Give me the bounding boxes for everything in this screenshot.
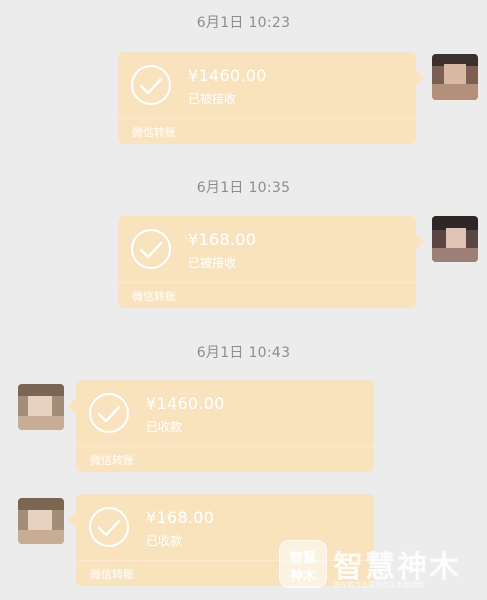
check-circle-icon xyxy=(131,229,171,269)
transfer-amount: ¥168.00 xyxy=(188,230,257,249)
check-circle-icon xyxy=(131,65,171,105)
divider xyxy=(76,446,374,447)
divider xyxy=(118,282,416,283)
transfer-card-received[interactable]: ¥1460.00 已收款 微信转账 xyxy=(68,380,374,472)
transfer-status: 已收款 xyxy=(146,534,183,548)
transfer-amount: ¥168.00 xyxy=(146,508,215,527)
divider xyxy=(118,118,416,119)
transfer-label: 微信转账 xyxy=(90,454,134,467)
transfer-status: 已收款 xyxy=(146,420,183,434)
check-circle-icon xyxy=(89,393,129,433)
watermark-logo: 智慧 神木 xyxy=(279,540,327,588)
transfer-status: 已被接收 xyxy=(188,256,237,270)
transfer-label: 微信转账 xyxy=(132,290,176,303)
watermark-logo-line2: 神木 xyxy=(289,569,316,584)
transfer-card-sent[interactable]: ¥168.00 已被接收 微信转账 xyxy=(118,216,424,308)
avatar[interactable] xyxy=(18,384,64,430)
transfer-amount: ¥1460.00 xyxy=(188,66,267,85)
watermark: 智慧 神木 智慧神木 提升城市品质和市民幸福指数 xyxy=(279,540,479,594)
timestamp: 6月1日 10:23 xyxy=(196,15,291,31)
timestamp: 6月1日 10:43 xyxy=(196,345,291,361)
transfer-label: 微信转账 xyxy=(90,568,134,581)
transfer-card-sent[interactable]: ¥1460.00 已被接收 微信转账 xyxy=(118,52,424,144)
timestamp: 6月1日 10:35 xyxy=(196,180,291,196)
transfer-amount: ¥1460.00 xyxy=(146,394,225,413)
avatar[interactable] xyxy=(432,216,478,262)
check-circle-icon xyxy=(89,507,129,547)
watermark-logo-line1: 智慧 xyxy=(289,551,316,566)
avatar[interactable] xyxy=(18,498,64,544)
avatar[interactable] xyxy=(432,54,478,100)
watermark-subtitle: 提升城市品质和市民幸福指数 xyxy=(333,581,424,589)
transfer-label: 微信转账 xyxy=(132,126,176,139)
transfer-status: 已被接收 xyxy=(188,92,237,106)
